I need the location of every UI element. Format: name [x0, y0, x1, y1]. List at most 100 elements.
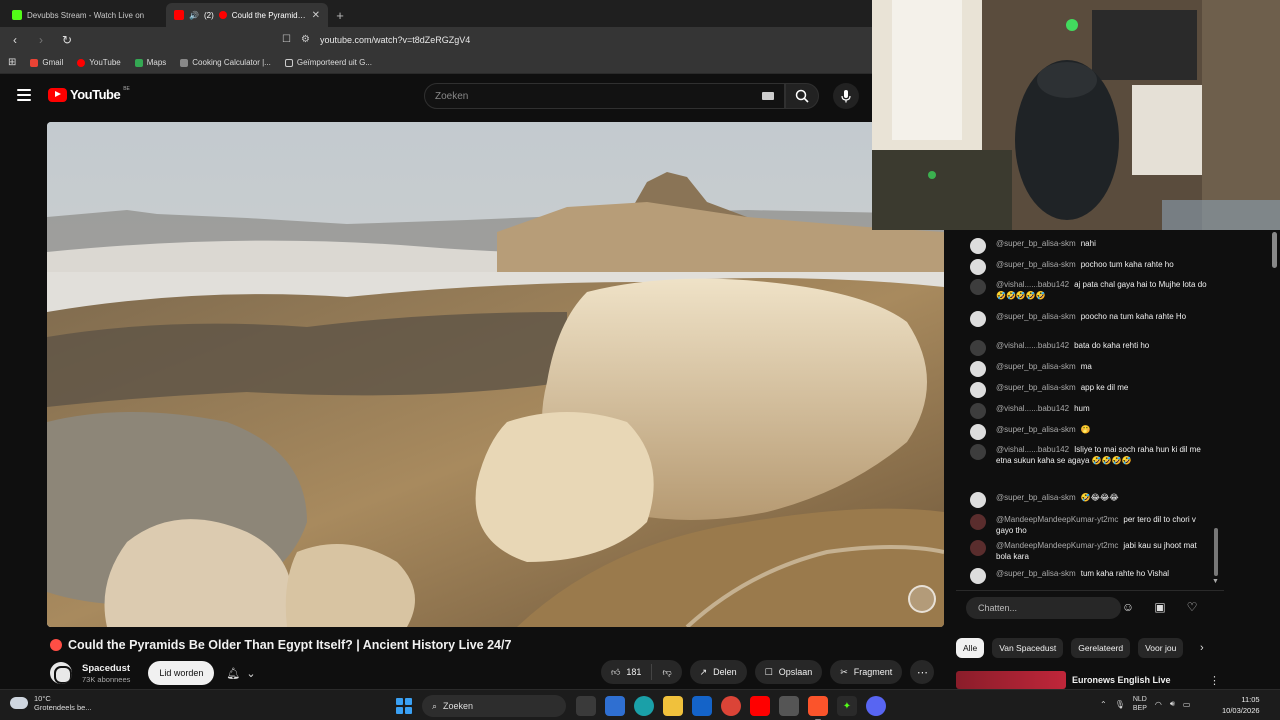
- tab-devubbs-stream[interactable]: Devubbs Stream - Watch Live on: [4, 3, 166, 27]
- brave-icon[interactable]: [808, 696, 828, 720]
- calculator-icon[interactable]: [779, 696, 799, 716]
- site-info-icon[interactable]: ⚙: [301, 34, 310, 45]
- input-language[interactable]: NLD BEP: [1133, 695, 1147, 713]
- outlook-icon[interactable]: [692, 696, 712, 716]
- search-input[interactable]: Zoeken: [424, 83, 785, 109]
- battery-icon[interactable]: ▭: [1183, 700, 1191, 709]
- chip-all[interactable]: Alle: [956, 638, 985, 658]
- scroll-down-icon[interactable]: ▼: [1212, 578, 1219, 585]
- bookmark-folder-imported[interactable]: Geïmporteerd uit G...: [284, 58, 372, 67]
- join-button[interactable]: Lid worden: [148, 661, 215, 685]
- avatar[interactable]: [970, 259, 986, 275]
- chrome-icon[interactable]: [721, 696, 741, 716]
- weather-widget[interactable]: 10°C Grotendeels be...: [10, 694, 92, 712]
- video-thumbnail[interactable]: [956, 671, 1066, 689]
- chat-input-bar: Chatten... ☺ ▣ ♡: [956, 590, 1224, 624]
- microphone-icon[interactable]: 🎙︎: [1115, 700, 1125, 709]
- tab-youtube-video[interactable]: 🔊 (2) Could the Pyramids Be ✕: [166, 3, 328, 27]
- channel-info: Spacedust 73K abonnees: [82, 663, 130, 684]
- avatar[interactable]: [970, 492, 986, 508]
- forward-arrow-icon[interactable]: ›: [34, 33, 48, 47]
- video-frame-landscape: [47, 122, 944, 627]
- discord-icon[interactable]: [866, 696, 886, 716]
- avatar[interactable]: [970, 424, 986, 440]
- avatar[interactable]: [970, 403, 986, 419]
- more-actions-button[interactable]: ⋯: [910, 660, 935, 684]
- page-scrollbar[interactable]: [1272, 232, 1277, 268]
- super-chat-icon[interactable]: ▣: [1152, 599, 1168, 615]
- avatar[interactable]: [970, 340, 986, 356]
- chat-scrollbar[interactable]: [1214, 528, 1218, 576]
- avatar[interactable]: [970, 238, 986, 254]
- clip-button[interactable]: ✂ Fragment: [830, 660, 903, 684]
- youtube-app-icon[interactable]: [750, 696, 770, 716]
- apps-grid-icon[interactable]: ⊞: [8, 57, 16, 68]
- video-player[interactable]: [47, 122, 944, 627]
- bookmark-cooking-calculator[interactable]: Cooking Calculator |...: [180, 58, 271, 67]
- avatar[interactable]: [970, 361, 986, 377]
- dislike-button[interactable]: 👎︎: [652, 667, 681, 678]
- avatar[interactable]: [970, 311, 986, 327]
- live-indicator-icon: [50, 639, 62, 651]
- avatar[interactable]: [970, 444, 986, 460]
- recommended-video[interactable]: Euronews English Live ⋮: [956, 670, 1224, 690]
- chip-for-you[interactable]: Voor jou: [1138, 638, 1184, 658]
- chat-input[interactable]: Chatten...: [966, 596, 1121, 619]
- cloud-icon: [10, 697, 28, 709]
- chip-related[interactable]: Gerelateerd: [1071, 638, 1131, 658]
- channel-name[interactable]: Spacedust: [82, 663, 130, 674]
- kick-favicon-icon: [12, 10, 22, 20]
- save-icon: ☐: [764, 666, 773, 677]
- system-clock[interactable]: 11:05 10/03/2026: [1222, 694, 1260, 716]
- bookmark-maps[interactable]: Maps: [134, 58, 166, 67]
- chat-message: @super_bp_alisa-skm ma: [970, 361, 1210, 377]
- more-vertical-icon[interactable]: ⋮: [1209, 674, 1220, 687]
- store-icon[interactable]: [605, 696, 625, 716]
- windows-start-icon[interactable]: [396, 698, 412, 714]
- avatar[interactable]: [970, 279, 986, 295]
- chat-message: @vishal......babu142 bata do kaha rehti h…: [970, 340, 1210, 356]
- url-text[interactable]: youtube.com/watch?v=t8dZeRGZgV4: [320, 35, 470, 45]
- new-tab-button[interactable]: +: [328, 3, 352, 27]
- keyboard-icon[interactable]: [762, 92, 774, 100]
- kick-app-icon[interactable]: ✦: [837, 696, 857, 716]
- recommended-video-title[interactable]: Euronews English Live: [1072, 675, 1171, 685]
- bookmark-gmail[interactable]: Gmail: [30, 58, 63, 67]
- chat-message: @super_bp_alisa-skm 🤭: [970, 424, 1210, 440]
- close-tab-icon[interactable]: ✕: [312, 10, 320, 21]
- notification-bell-button[interactable]: 🔔︎ ⌄: [226, 661, 255, 685]
- bookmark-icon[interactable]: ☐: [282, 34, 291, 45]
- reload-icon[interactable]: ↻: [60, 33, 74, 47]
- menu-icon[interactable]: [17, 89, 31, 101]
- volume-icon[interactable]: 🔊︎: [1170, 699, 1175, 709]
- chevron-right-icon[interactable]: ›: [1200, 642, 1204, 654]
- thumbs-down-icon: 👎︎: [662, 666, 672, 677]
- voice-search-button[interactable]: [833, 83, 859, 109]
- share-icon: ↗: [699, 666, 708, 677]
- share-button[interactable]: ↗ Delen: [689, 660, 747, 684]
- channel-avatar[interactable]: [50, 662, 72, 684]
- task-view-icon[interactable]: [576, 696, 596, 716]
- bookmark-youtube[interactable]: YouTube: [77, 58, 121, 67]
- youtube-logo[interactable]: YouTube BE: [48, 86, 130, 102]
- avatar[interactable]: [970, 568, 986, 584]
- weather-temperature: 10°C: [34, 694, 51, 703]
- emoji-icon[interactable]: ☺: [1120, 599, 1136, 615]
- microphone-icon: [841, 90, 851, 103]
- chip-from-channel[interactable]: Van Spacedust: [992, 638, 1064, 658]
- address-bar[interactable]: ☐ ⚙ youtube.com/watch?v=t8dZeRGZgV4: [282, 34, 470, 45]
- heart-icon[interactable]: ♡: [1184, 599, 1200, 615]
- avatar[interactable]: [970, 540, 986, 556]
- avatar[interactable]: [970, 382, 986, 398]
- taskbar-search[interactable]: ⌕ Zoeken: [422, 695, 566, 717]
- avatar[interactable]: [970, 514, 986, 530]
- back-arrow-icon[interactable]: ‹: [8, 33, 22, 47]
- edge-icon[interactable]: [634, 696, 654, 716]
- wifi-icon[interactable]: ◠: [1155, 700, 1162, 709]
- like-button[interactable]: 👍︎ 181: [601, 664, 653, 680]
- file-explorer-icon[interactable]: [663, 696, 683, 716]
- chevron-up-icon[interactable]: ⌃: [1100, 700, 1107, 709]
- save-button[interactable]: ☐ Opslaan: [754, 660, 823, 684]
- channel-watermark-icon[interactable]: [908, 585, 936, 613]
- search-button[interactable]: [785, 83, 819, 109]
